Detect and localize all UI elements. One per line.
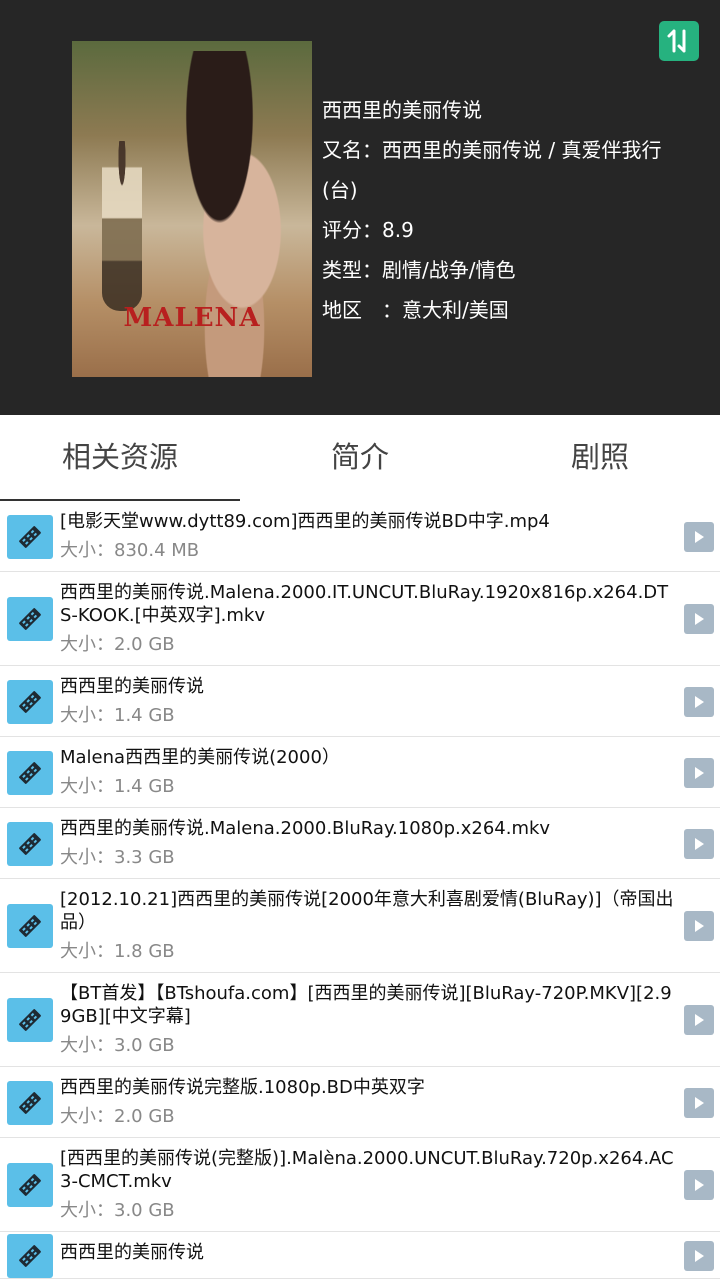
resource-title: [2012.10.21]西西里的美丽传说[2000年意大利喜剧爱情(BluRay…	[60, 889, 674, 933]
play-icon	[695, 1249, 704, 1262]
resource-title: 西西里的美丽传说.Malena.2000.BluRay.1080p.x264.m…	[60, 818, 551, 839]
film-strip-icon	[19, 1174, 41, 1196]
resource-row[interactable]: 西西里的美丽传说	[0, 1232, 720, 1279]
resource-text: Malena西西里的美丽传说(2000） 大小：1.4 GB	[60, 737, 674, 807]
resource-row[interactable]: 西西里的美丽传说完整版.1080p.BD中英双字 大小：2.0 GB	[0, 1067, 720, 1138]
resource-row[interactable]: 【BT首发】【BTshoufa.com】[西西里的美丽传说][BluRay-72…	[0, 973, 720, 1067]
resource-text: [2012.10.21]西西里的美丽传说[2000年意大利喜剧爱情(BluRay…	[60, 879, 674, 972]
play-icon	[695, 1096, 704, 1109]
resource-title: [西西里的美丽传说(完整版)].Malèna.2000.UNCUT.BluRay…	[60, 1148, 674, 1192]
resource-size: 大小：3.0 GB	[60, 1035, 175, 1056]
play-button[interactable]	[684, 1170, 714, 1200]
movie-title: 西西里的美丽传说	[322, 98, 482, 122]
film-strip-icon	[19, 832, 41, 855]
film-strip-icon	[19, 1009, 41, 1031]
resource-text: [电影天堂www.dytt89.com]西西里的美丽传说BD中字.mp4 大小：8…	[60, 501, 674, 571]
resource-text: 西西里的美丽传说	[60, 1232, 674, 1278]
resource-text: 【BT首发】【BTshoufa.com】[西西里的美丽传说][BluRay-72…	[60, 973, 674, 1066]
play-icon	[695, 1014, 704, 1026]
film-strip-icon	[19, 690, 41, 713]
play-button[interactable]	[684, 1240, 714, 1271]
resource-title: [电影天堂www.dytt89.com]西西里的美丽传说BD中字.mp4	[60, 511, 550, 532]
play-icon	[695, 695, 704, 708]
file-icon	[7, 679, 53, 724]
play-button[interactable]	[684, 521, 714, 552]
film-strip-icon	[19, 1091, 41, 1114]
resource-size: 大小：2.0 GB	[60, 1106, 175, 1127]
resource-text: 西西里的美丽传说 大小：1.4 GB	[60, 666, 674, 736]
play-icon	[695, 530, 704, 543]
tab-intro[interactable]: 简介	[240, 415, 480, 501]
play-icon	[695, 613, 704, 625]
resource-size: 大小：2.0 GB	[60, 634, 175, 655]
play-button[interactable]	[684, 604, 714, 634]
play-button[interactable]	[684, 1005, 714, 1035]
resource-row[interactable]: 西西里的美丽传说.Malena.2000.IT.UNCUT.BluRay.192…	[0, 572, 720, 666]
file-icon	[7, 750, 53, 795]
tab-resources[interactable]: 相关资源	[0, 415, 240, 501]
movie-info: 西西里的美丽传说 又名：西西里的美丽传说 / 真爱伴我行 (台) 评分：8.9 …	[322, 90, 692, 330]
play-button[interactable]	[684, 686, 714, 717]
movie-alias-cont: (台)	[322, 178, 358, 202]
resource-row[interactable]: [电影天堂www.dytt89.com]西西里的美丽传说BD中字.mp4 大小：8…	[0, 501, 720, 572]
play-icon	[695, 1179, 704, 1191]
file-icon	[7, 1163, 53, 1207]
file-icon	[7, 1233, 53, 1278]
play-button[interactable]	[684, 911, 714, 941]
resource-title: Malena西西里的美丽传说(2000）	[60, 747, 340, 768]
resource-size: 大小：1.8 GB	[60, 941, 175, 962]
resource-row[interactable]: 西西里的美丽传说 大小：1.4 GB	[0, 666, 720, 737]
sort-arrows-icon	[667, 29, 686, 53]
resource-text: 西西里的美丽传说.Malena.2000.IT.UNCUT.BluRay.192…	[60, 572, 674, 665]
resource-text: [西西里的美丽传说(完整版)].Malèna.2000.UNCUT.BluRay…	[60, 1138, 674, 1231]
resource-size: 大小：1.4 GB	[60, 705, 175, 726]
resource-row[interactable]: [2012.10.21]西西里的美丽传说[2000年意大利喜剧爱情(BluRay…	[0, 879, 720, 973]
film-strip-icon	[19, 915, 41, 937]
sort-button[interactable]	[659, 21, 699, 61]
resource-title: 西西里的美丽传说.Malena.2000.IT.UNCUT.BluRay.192…	[60, 582, 669, 626]
play-icon	[695, 766, 704, 779]
resource-text: 西西里的美丽传说.Malena.2000.BluRay.1080p.x264.m…	[60, 808, 674, 878]
file-icon	[7, 514, 53, 559]
resource-title: 西西里的美丽传说完整版.1080p.BD中英双字	[60, 1077, 425, 1098]
resource-size: 大小：3.3 GB	[60, 847, 175, 868]
movie-header: MALENA 西西里的美丽传说 又名：西西里的美丽传说 / 真爱伴我行 (台) …	[0, 0, 720, 415]
play-icon	[695, 837, 704, 850]
play-button[interactable]	[684, 828, 714, 859]
film-strip-icon	[19, 608, 41, 630]
poster-title: MALENA	[123, 303, 261, 333]
resource-row[interactable]: Malena西西里的美丽传说(2000） 大小：1.4 GB	[0, 737, 720, 808]
file-icon	[7, 597, 53, 641]
file-icon	[7, 998, 53, 1042]
file-icon	[7, 821, 53, 866]
film-strip-icon	[19, 525, 41, 548]
movie-alias: 又名：西西里的美丽传说 / 真爱伴我行	[322, 138, 662, 162]
resource-size: 大小：830.4 MB	[60, 540, 200, 561]
resource-size: 大小：3.0 GB	[60, 1200, 175, 1221]
play-button[interactable]	[684, 1087, 714, 1118]
film-strip-icon	[19, 1244, 41, 1267]
tab-stills[interactable]: 剧照	[480, 415, 720, 501]
file-icon	[7, 904, 53, 948]
play-icon	[695, 920, 704, 932]
movie-genre: 类型：剧情/战争/情色	[322, 258, 516, 282]
poster-boy	[102, 141, 142, 311]
resource-size: 大小：1.4 GB	[60, 776, 175, 797]
film-strip-icon	[19, 761, 41, 784]
play-button[interactable]	[684, 757, 714, 788]
movie-rating: 评分：8.9	[322, 218, 414, 242]
file-icon	[7, 1080, 53, 1125]
movie-poster: MALENA	[72, 41, 312, 377]
movie-region: 地区 ：意大利/美国	[322, 298, 509, 322]
resource-row[interactable]: 西西里的美丽传说.Malena.2000.BluRay.1080p.x264.m…	[0, 808, 720, 879]
resource-list: [电影天堂www.dytt89.com]西西里的美丽传说BD中字.mp4 大小：8…	[0, 501, 720, 1279]
resource-title: 西西里的美丽传说	[60, 676, 204, 697]
resource-row[interactable]: [西西里的美丽传说(完整版)].Malèna.2000.UNCUT.BluRay…	[0, 1138, 720, 1232]
tab-bar: 相关资源 简介 剧照	[0, 415, 720, 501]
resource-text: 西西里的美丽传说完整版.1080p.BD中英双字 大小：2.0 GB	[60, 1067, 674, 1137]
resource-title: 【BT首发】【BTshoufa.com】[西西里的美丽传说][BluRay-72…	[60, 983, 672, 1027]
